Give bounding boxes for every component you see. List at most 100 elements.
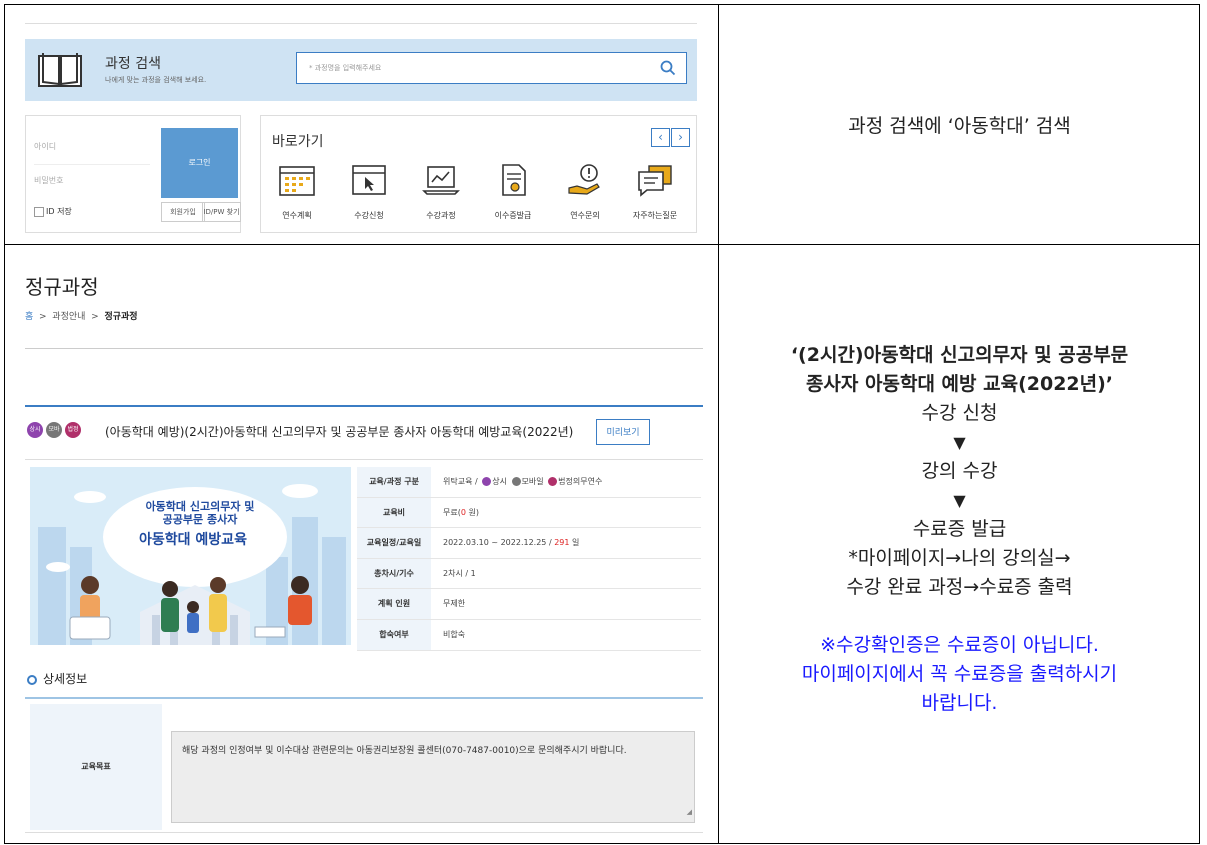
shortcut-enroll[interactable]: 수강신청 [338,162,400,221]
course-name-line1: ‘(2시간)아동학대 신고의무자 및 공공부문 [790,344,1129,366]
divider [25,405,703,407]
info-key: 계획 인원 [357,589,431,619]
screenshot-search-area: 과정 검색 나에게 맞는 과정을 검색해 보세요. * 과정명을 입력해주세요 … [5,5,718,244]
screenshot-course-detail: 정규과정 홈 > 과정안내 > 정규과정 상시 모바일 법정 (아동학대 예방)… [5,245,718,845]
book-icon [38,53,82,87]
info-key: 교육/과정 구분 [357,467,431,497]
info-value: 위탁교육 / 상시 모바일 법정의무연수 [443,467,602,497]
search-instruction-note: 과정 검색에 ‘아동학대’ 검색 [719,5,1200,244]
info-value: 2022.03.10 ~ 2022.12.25 / 291 일 [443,528,579,558]
period-days: 291 [554,538,570,548]
login-button[interactable]: 로그인 [161,128,238,198]
shortcut-inquiry[interactable]: 연수문의 [554,162,616,221]
down-arrow-icon: ▼ [953,433,966,452]
breadcrumb-home[interactable]: 홈 [25,312,33,322]
preview-button[interactable]: 미리보기 [596,419,650,445]
prev-button[interactable]: ‹ [651,128,670,147]
mobile-badge-icon [511,477,521,486]
badge-always: 상시 [27,422,43,438]
checkbox-icon[interactable] [34,206,44,217]
breadcrumb-separator: > [39,312,47,322]
info-row-hours: 총차시/기수 2차시 / 1 [357,558,701,590]
banner-line1: 아동학대 신고의무자 및 [145,500,255,513]
certificate-icon [502,164,526,196]
shortcut-certificate[interactable]: 이수증발급 [482,162,544,221]
shortcut-box: 바로가기 ‹ › 연수계획 수강신청 수강과정 이수증발급 연수문의 자주하는질… [260,115,697,233]
info-key: 총차시/기수 [357,558,431,589]
next-button[interactable]: › [671,128,690,147]
shortcut-label: 이수증발급 [494,211,532,220]
search-title: 과정 검색 [105,56,161,72]
breadcrumb: 홈 > 과정안내 > 정규과정 [25,309,138,322]
legal-badge-icon [548,477,558,486]
info-key: 교육비 [357,497,431,528]
divider [25,697,703,699]
course-header: 상시 모바일 법정 (아동학대 예방)(2시간)아동학대 신고의무자 및 공공부… [27,419,707,449]
info-value: 무제한 [443,599,466,609]
always-badge-icon [482,477,492,486]
search-subtitle: 나에게 맞는 과정을 검색해 보세요. [105,76,207,84]
calendar-icon [279,166,315,196]
instruction-table: 과정 검색 나에게 맞는 과정을 검색해 보세요. * 과정명을 입력해주세요 … [4,4,1200,844]
goal-key: 교육목표 [30,704,162,830]
breadcrumb-level1[interactable]: 과정안내 [52,312,85,322]
detail-heading-text: 상세정보 [43,672,88,686]
goal-textarea[interactable]: 해당 과정의 인정여부 및 이수대상 관련문의는 아동권리보장원 콜센터(070… [171,731,695,823]
id-field[interactable]: 아이디 [34,130,150,165]
divider [25,348,703,349]
info-row-period: 교육일정/교육일 2022.03.10 ~ 2022.12.25 / 291 일 [357,528,701,559]
type-prefix: 위탁교육 / [443,477,478,486]
save-id-label: ID 저장 [46,207,72,216]
join-button[interactable]: 회원가입 [161,202,205,222]
shortcut-label: 수강과정 [426,211,456,220]
divider [25,23,697,24]
search-icon[interactable] [660,60,676,76]
warning-line1: ※수강확인증은 수료증이 아닙니다. [820,634,1099,656]
course-banner-image: 아동학대 신고의무자 및 공공부문 종사자 아동학대 예방교육 [30,467,351,645]
step-certificate: 수료증 발급 [912,518,1007,540]
type-badge2: 모바일 [521,477,544,486]
speech-bubble-icon [638,165,672,197]
search-instruction-text: 과정 검색에 ‘아동학대’ 검색 [848,115,1071,137]
search-input[interactable]: * 과정명을 입력해주세요 [296,52,687,84]
course-name-line2: 종사자 아동학대 예방 교육(2022년)’ [805,373,1114,395]
period-unit: 일 [569,538,580,548]
enrollment-steps-note: ‘(2시간)아동학대 신고의무자 및 공공부문 종사자 아동학대 예방 교육(2… [719,245,1200,845]
warning-note: ※수강확인증은 수료증이 아닙니다. 마이페이지에서 꼭 수료증을 출력하시기 … [719,631,1200,718]
shortcut-training-plan[interactable]: 연수계획 [266,162,328,221]
info-key: 교육일정/교육일 [357,528,431,558]
period-dates: 2022.03.10 ~ 2022.12.25 / [443,538,552,548]
bullet-icon [27,674,37,685]
course-title[interactable]: (아동학대 예방)(2시간)아동학대 신고의무자 및 공공부문 종사자 아동학대… [105,423,573,440]
shortcut-faq[interactable]: 자주하는질문 [624,162,686,221]
laptop-chart-icon [422,166,460,195]
password-field[interactable]: 비밀번호 [34,164,150,198]
info-row-fee: 교육비 무료(0 원) [357,497,701,529]
shortcut-label: 수강신청 [354,211,384,220]
course-search-band: 과정 검색 나에게 맞는 과정을 검색해 보세요. * 과정명을 입력해주세요 [25,39,697,101]
badge-mobile: 모바일 [46,422,62,449]
resize-handle-icon[interactable]: ◢ [687,805,692,820]
info-row-type: 교육/과정 구분 위탁교육 / 상시 모바일 법정의무연수 [357,467,701,498]
type-badge1: 상시 [492,477,507,486]
banner-line2: 공공부문 종사자 [162,513,238,526]
hand-exclamation-icon [568,164,600,195]
badge-legal: 법정 [65,422,81,438]
fee-prefix: 무료( [443,507,461,517]
down-arrow-icon: ▼ [953,491,966,510]
warning-line2: 마이페이지에서 꼭 수료증을 출력하시기 [801,663,1118,685]
info-value: 2차시 / 1 [443,568,476,578]
info-row-lodging: 합숙여부 비합숙 [357,619,701,651]
shortcut-courses[interactable]: 수강과정 [410,162,472,221]
save-id-checkbox[interactable]: ID 저장 [34,206,72,217]
course-info-table: 교육/과정 구분 위탁교육 / 상시 모바일 법정의무연수 교육비 무료(0 원… [357,467,701,651]
shortcut-label: 자주하는질문 [632,211,678,220]
page-title: 정규과정 [25,275,99,299]
certificate-path-line1: *마이페이지→나의 강의실→ [848,547,1071,569]
type-badge3: 법정의무연수 [558,477,603,486]
banner-illustration [30,467,351,645]
breadcrumb-separator: > [91,312,99,322]
goal-text: 해당 과정의 인정여부 및 이수대상 관련문의는 아동권리보장원 콜센터(070… [182,746,627,756]
info-value: 비합숙 [443,629,466,639]
find-id-pw-button[interactable]: ID/PW 찾기 [202,202,241,222]
